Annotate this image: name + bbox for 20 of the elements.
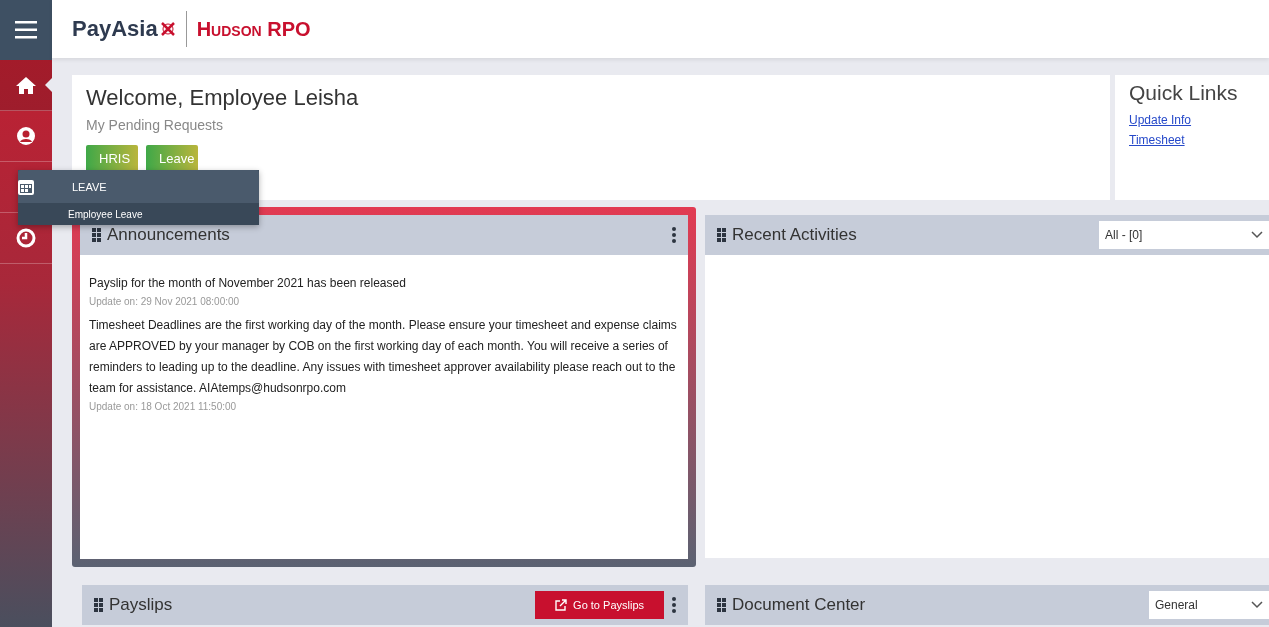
announcement-text: Timesheet Deadlines are the first working day of the month. Please ensure your timesheet and expense claims are APPROVED by your manager by COB on the first working day of each month. You will receive a series of reminders to leading up to the deadline. Any issues with timesheet approver availability please reach out to the team for assistance. AIAtemps@hudsonrpo.com <box>89 317 678 397</box>
announcement-text: Payslip for the month of November 2021 has been released <box>89 275 407 292</box>
quick-links-title: Quick Links <box>1129 81 1239 105</box>
panel-title: Payslips <box>109 595 174 615</box>
panel-title: Document Center <box>732 595 867 615</box>
go-to-payslips-button[interactable]: Go to Payslips <box>535 591 664 619</box>
document-filter-dropdown[interactable]: General <box>1149 591 1269 619</box>
flyout-menu-item[interactable]: Employee Leave <box>18 203 259 225</box>
quick-link[interactable]: Timesheet <box>1129 133 1255 147</box>
logo: PayAsia <box>72 16 176 42</box>
announcement-date: Update on: 18 Oct 2021 11:50:00 <box>89 401 238 412</box>
quick-link[interactable]: Update Info <box>1129 113 1255 127</box>
pending-requests-label: My Pending Requests <box>86 117 224 133</box>
welcome-title: Welcome, Employee Leisha <box>86 85 360 111</box>
company-name: Hudson RPO <box>196 17 311 41</box>
announcement-date: Update on: 29 Nov 2021 08:00:00 <box>89 296 241 307</box>
activity-filter-dropdown[interactable]: All - [0] <box>1099 221 1269 249</box>
panel-title: Recent Activities <box>732 225 858 245</box>
flyout-title: LEAVE <box>72 180 107 193</box>
panel-title: Announcements <box>107 225 231 245</box>
